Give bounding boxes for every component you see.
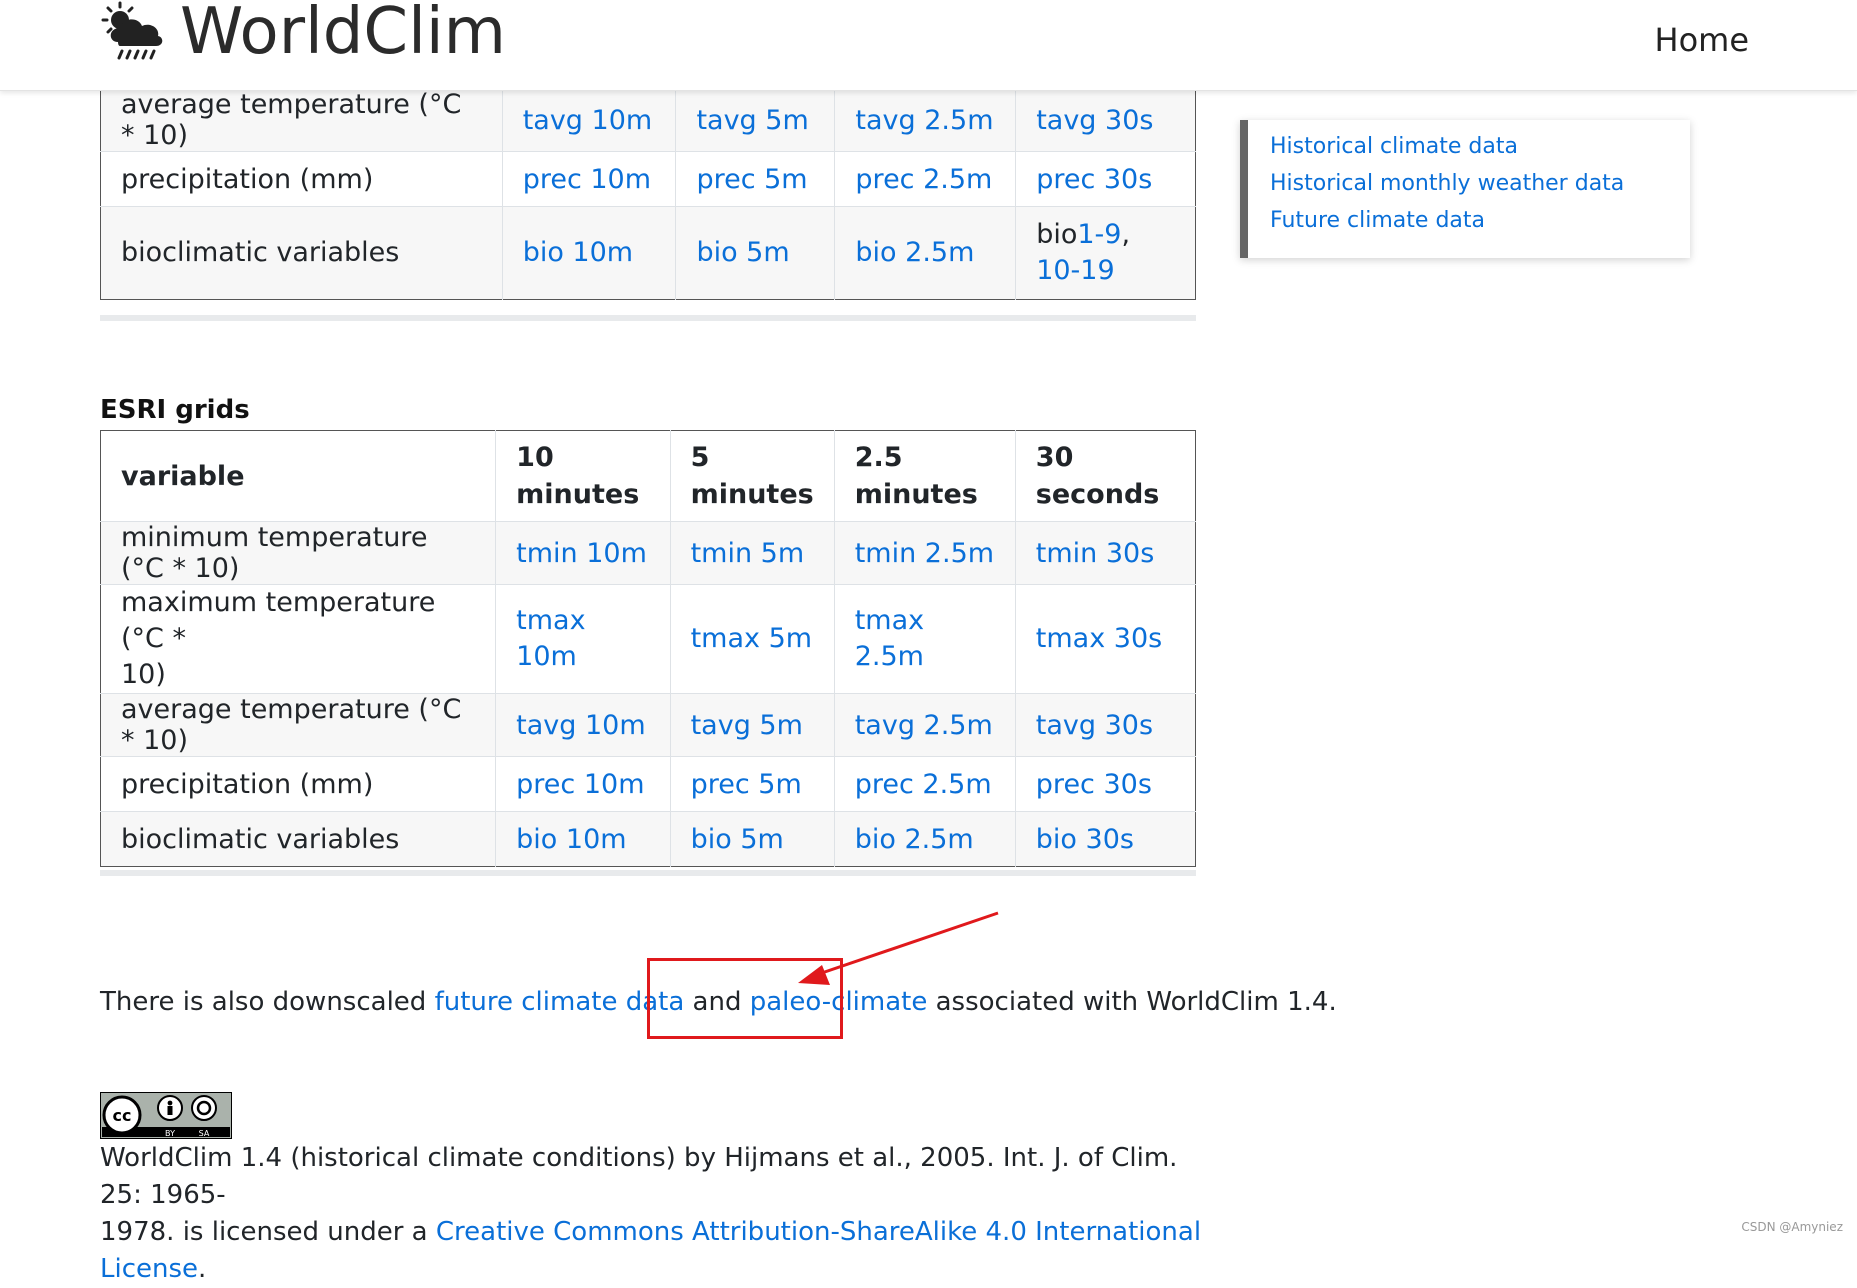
annotation-arrow-icon [798, 911, 999, 985]
download-link[interactable]: tmax 10m [516, 605, 585, 672]
download-link[interactable]: prec 10m [523, 164, 651, 195]
download-link[interactable]: bio 2.5m [855, 824, 974, 855]
table-row: precipitation (mm) prec 10m prec 5m prec… [100, 756, 1196, 812]
separator: , [1121, 219, 1131, 250]
download-link[interactable]: tmin 5m [691, 538, 805, 569]
divider [100, 315, 1196, 321]
variable-cell: minimum temperature (°C * 10) [100, 521, 496, 585]
download-link[interactable]: tmax 30s [1036, 623, 1162, 654]
esri-grids-table: variable 10 minutes 5 minutes 2.5 minutes 3… [100, 430, 1196, 867]
download-link[interactable]: tavg 10m [523, 105, 653, 136]
download-link[interactable]: bio 2.5m [855, 237, 974, 268]
download-link[interactable]: tavg 2.5m [855, 710, 993, 741]
header-2-5-minutes: 2.5 minutes [833, 430, 1016, 522]
download-link[interactable]: tavg 2.5m [855, 105, 993, 136]
header-10-minutes: 10 minutes [495, 430, 671, 522]
variable-cell: average temperature (°C * 10) [100, 693, 496, 757]
license-text: WorldClim 1.4 (historical climate condit… [100, 1143, 1202, 1284]
download-link[interactable]: prec 5m [696, 164, 807, 195]
site-header: WorldClim Home [0, 0, 1857, 91]
download-link[interactable]: tavg 5m [691, 710, 803, 741]
download-link[interactable]: prec 10m [516, 769, 644, 800]
cc-by-sa-icon[interactable]: cc BY SA [100, 1092, 232, 1139]
download-link[interactable]: tavg 30s [1036, 710, 1153, 741]
header-30-seconds: 30 seconds [1014, 430, 1196, 522]
variable-cell: precipitation (mm) [100, 756, 496, 812]
section-title: ESRI grids [100, 395, 250, 425]
download-link[interactable]: bio 10m [516, 824, 626, 855]
table-header-row: variable 10 minutes 5 minutes 2.5 minutes 3… [101, 430, 1196, 522]
download-link[interactable]: bio 10m [523, 237, 633, 268]
download-link[interactable]: prec 2.5m [855, 769, 992, 800]
table-row: precipitation (mm) prec 10m prec 5m prec… [100, 151, 1196, 207]
variable-cell: average temperature (°C * 10) [100, 88, 503, 152]
bio-prefix: bio [1036, 219, 1078, 250]
divider [100, 870, 1196, 876]
download-link[interactable]: tmin 30s [1036, 538, 1155, 569]
download-link[interactable]: prec 30s [1036, 164, 1152, 195]
sidebar-item-future-climate[interactable]: Future climate data [1270, 208, 1485, 233]
badge-by-label: BY [165, 1129, 175, 1138]
table-row: maximum temperature (°C * 10) tmax 10m tm… [100, 584, 1196, 694]
data-table-top: average temperature (°C * 10) tavg 10m t… [100, 88, 1196, 300]
table-row: bioclimatic variables bio 10m bio 5m bio… [100, 811, 1196, 867]
download-link[interactable]: bio 5m [696, 237, 789, 268]
download-link[interactable]: tavg 10m [516, 710, 646, 741]
download-link[interactable]: tmin 10m [516, 538, 647, 569]
download-link[interactable]: prec 5m [691, 769, 802, 800]
download-link[interactable]: bio 30s [1036, 824, 1134, 855]
variable-cell: bioclimatic variables [100, 206, 503, 300]
header-variable: variable [121, 460, 245, 492]
sidebar-item-historical-monthly-weather[interactable]: Historical monthly weather data [1270, 171, 1624, 196]
nav-home-link[interactable]: Home [1655, 20, 1750, 60]
sidebar-nav: Historical climate data Historical month… [1240, 120, 1690, 258]
download-link[interactable]: 10-19 [1036, 255, 1114, 286]
sidebar-item-historical-climate[interactable]: Historical climate data [1270, 134, 1518, 159]
sun-cloud-rain-icon[interactable] [98, 0, 170, 62]
download-link[interactable]: bio 5m [691, 824, 784, 855]
download-link[interactable]: tmin 2.5m [855, 538, 994, 569]
table-row: minimum temperature (°C * 10) tmin 10m t… [100, 521, 1196, 585]
download-link[interactable]: tmax 5m [691, 623, 812, 654]
watermark: CSDN @Amyniez [1741, 1220, 1843, 1234]
badge-sa-label: SA [199, 1129, 210, 1138]
table-row: average temperature (°C * 10) tavg 10m t… [100, 693, 1196, 757]
table-row: bioclimatic variables bio 10m bio 5m bio… [100, 206, 1196, 300]
download-link[interactable]: prec 30s [1036, 769, 1152, 800]
variable-cell: bioclimatic variables [100, 811, 496, 867]
variable-cell: precipitation (mm) [100, 151, 503, 207]
bio-30s-cell: bio1-9, 10-19 [1015, 206, 1196, 300]
download-link[interactable]: 1-9 [1077, 219, 1121, 250]
variable-cell: maximum temperature (°C * 10) [100, 584, 496, 694]
header-5-minutes: 5 minutes [669, 430, 835, 522]
download-link[interactable]: tavg 30s [1036, 105, 1153, 136]
table-row: average temperature (°C * 10) tavg 10m t… [100, 88, 1196, 152]
download-link[interactable]: prec 2.5m [855, 164, 992, 195]
svg-text:cc: cc [113, 1106, 132, 1125]
download-link[interactable]: tmax 2.5m [855, 605, 924, 672]
download-link[interactable]: tavg 5m [696, 105, 808, 136]
site-title[interactable]: WorldClim [180, 0, 506, 70]
